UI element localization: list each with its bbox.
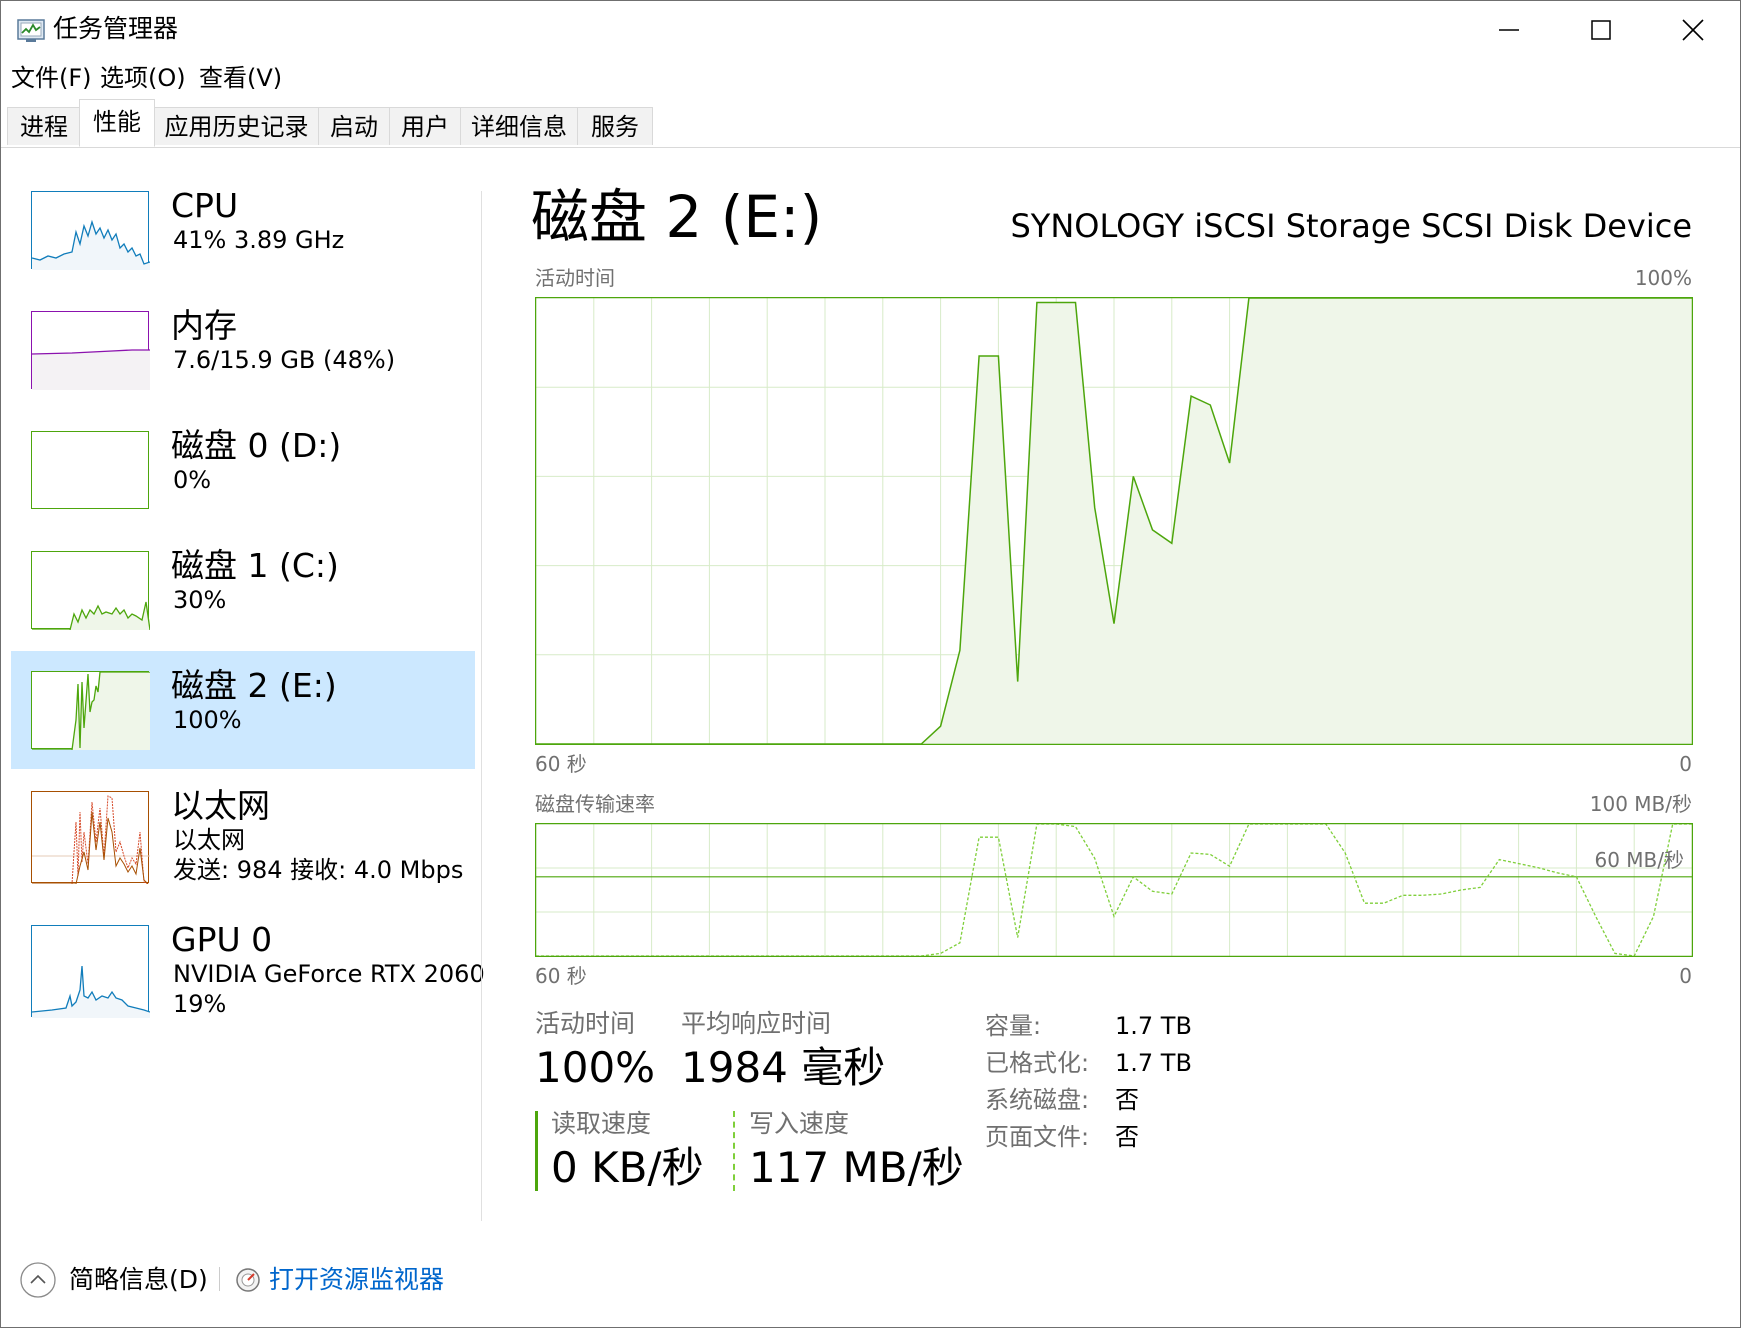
ethernet-throughput: 发送: 984 接收: 4.0 Mbps bbox=[173, 856, 464, 884]
chart2-right-axis: 0 bbox=[1679, 964, 1692, 988]
capacity-label: 容量: bbox=[985, 1012, 1042, 1040]
disk0-usage: 0% bbox=[173, 466, 212, 494]
tab-users[interactable]: 用户 bbox=[389, 107, 461, 145]
sidebar-item-gpu[interactable]: GPU 0 NVIDIA GeForce RTX 2060 19% bbox=[11, 913, 485, 1031]
chevron-up-circle-icon bbox=[20, 1262, 56, 1298]
chart1-right-axis: 0 bbox=[1679, 752, 1692, 776]
tab-processes[interactable]: 进程 bbox=[7, 107, 81, 145]
cpu-thumbnail bbox=[31, 191, 150, 270]
sidebar-item-disk1[interactable]: 磁盘 1 (C:) 30% bbox=[11, 539, 475, 657]
ethernet-thumbnail bbox=[31, 791, 150, 884]
page-file-value: 否 bbox=[1115, 1123, 1139, 1151]
system-disk-value: 否 bbox=[1115, 1086, 1139, 1114]
open-resource-monitor-link[interactable]: 打开资源监视器 bbox=[269, 1263, 444, 1297]
chart1-max: 100% bbox=[1634, 266, 1692, 290]
minimize-button[interactable] bbox=[1463, 1, 1555, 59]
disk2-thumbnail bbox=[31, 671, 150, 750]
cpu-title: CPU bbox=[171, 186, 239, 225]
task-manager-window: 任务管理器 文件(F) 选项(O) 查看(V) 进程 性能 应用历史记录 启动 … bbox=[0, 0, 1741, 1328]
disk1-title: 磁盘 1 (C:) bbox=[171, 546, 339, 585]
cpu-sparkline bbox=[32, 219, 150, 270]
maximize-button[interactable] bbox=[1555, 1, 1647, 59]
task-manager-app-icon bbox=[17, 19, 45, 42]
disk1-usage: 30% bbox=[173, 586, 227, 614]
close-button[interactable] bbox=[1647, 1, 1739, 59]
gpu-thumbnail bbox=[31, 925, 150, 1018]
chart1-left-axis: 60 秒 bbox=[535, 752, 587, 776]
sidebar-item-disk0[interactable]: 磁盘 0 (D:) 0% bbox=[11, 419, 475, 537]
read-speed-legend-bar bbox=[535, 1111, 538, 1191]
footer-divider bbox=[219, 1267, 220, 1291]
gpu-sparkline bbox=[32, 965, 150, 1018]
disk1-thumbnail bbox=[31, 551, 150, 630]
ethernet-title: 以太网 bbox=[171, 786, 270, 825]
chart2-left-axis: 60 秒 bbox=[535, 964, 587, 988]
window-title: 任务管理器 bbox=[53, 14, 179, 43]
memory-thumbnail bbox=[31, 311, 150, 390]
tab-performance[interactable]: 性能 bbox=[79, 99, 155, 147]
sidebar-item-cpu[interactable]: CPU 41% 3.89 GHz bbox=[11, 179, 475, 297]
gpu-title: GPU 0 bbox=[171, 920, 273, 959]
write-speed-legend-bar bbox=[733, 1111, 735, 1191]
resource-monitor-icon bbox=[236, 1268, 260, 1292]
tab-services[interactable]: 服务 bbox=[577, 107, 653, 145]
write-speed-label: 写入速度 bbox=[749, 1109, 850, 1138]
gpu-usage: 19% bbox=[173, 990, 227, 1018]
formatted-label: 已格式化: bbox=[985, 1049, 1090, 1077]
response-time-label: 平均响应时间 bbox=[681, 1009, 832, 1038]
summary-link[interactable]: 简略信息(D) bbox=[69, 1263, 208, 1297]
chart2-label: 磁盘传输速率 bbox=[535, 792, 655, 816]
page-file-label: 页面文件: bbox=[985, 1123, 1090, 1151]
sidebar-item-ethernet[interactable]: 以太网 以太网 发送: 984 接收: 4.0 Mbps bbox=[11, 779, 475, 897]
cpu-usage: 41% 3.89 GHz bbox=[173, 226, 345, 254]
disk2-usage: 100% bbox=[173, 706, 242, 734]
summary-toggle-button[interactable] bbox=[19, 1261, 57, 1299]
tab-details[interactable]: 详细信息 bbox=[460, 107, 578, 145]
formatted-value: 1.7 TB bbox=[1115, 1049, 1192, 1077]
device-name: SYNOLOGY iSCSI Storage SCSI Disk Device bbox=[1010, 207, 1692, 245]
disk0-thumbnail bbox=[31, 431, 149, 509]
title-bar[interactable]: 任务管理器 bbox=[1, 1, 1740, 59]
sidebar-item-memory[interactable]: 内存 7.6/15.9 GB (48%) bbox=[11, 299, 475, 417]
chart1-label: 活动时间 bbox=[535, 266, 615, 290]
disk2-sparkline bbox=[32, 672, 150, 750]
active-time-label: 活动时间 bbox=[535, 1009, 636, 1038]
sidebar-item-disk2[interactable]: 磁盘 2 (E:) 100% bbox=[11, 651, 475, 769]
menu-file[interactable]: 文件(F) bbox=[11, 61, 92, 95]
tab-startup[interactable]: 启动 bbox=[318, 107, 390, 145]
disk2-title: 磁盘 2 (E:) bbox=[171, 666, 337, 705]
memory-sparkline bbox=[32, 349, 150, 390]
active-time-value: 100% bbox=[535, 1043, 656, 1092]
system-disk-label: 系统磁盘: bbox=[985, 1086, 1090, 1114]
menu-view[interactable]: 查看(V) bbox=[199, 61, 282, 95]
tab-app-history[interactable]: 应用历史记录 bbox=[154, 107, 319, 145]
maximize-icon bbox=[1591, 20, 1611, 40]
disk1-sparkline bbox=[32, 601, 150, 630]
memory-usage: 7.6/15.9 GB (48%) bbox=[173, 346, 396, 374]
active-time-chart bbox=[535, 297, 1693, 745]
write-speed-value: 117 MB/秒 bbox=[749, 1143, 964, 1192]
ethernet-sparkline bbox=[32, 795, 150, 884]
menu-options[interactable]: 选项(O) bbox=[100, 61, 186, 95]
capacity-value: 1.7 TB bbox=[1115, 1012, 1192, 1040]
read-speed-label: 读取速度 bbox=[551, 1109, 652, 1138]
disk-title: 磁盘 2 (E:) bbox=[531, 183, 823, 251]
ethernet-name: 以太网 bbox=[173, 826, 245, 854]
sidebar-divider bbox=[481, 191, 482, 1221]
disk0-title: 磁盘 0 (D:) bbox=[171, 426, 342, 465]
gpu-model: NVIDIA GeForce RTX 2060 bbox=[173, 960, 485, 988]
memory-title: 内存 bbox=[171, 306, 237, 345]
tab-strip: 进程 性能 应用历史记录 启动 用户 详细信息 服务 bbox=[1, 97, 1740, 148]
close-icon bbox=[1682, 19, 1704, 41]
chart2-max: 100 MB/秒 bbox=[1589, 792, 1692, 816]
read-speed-value: 0 KB/秒 bbox=[551, 1143, 704, 1192]
response-time-value: 1984 毫秒 bbox=[681, 1043, 886, 1092]
minimize-icon bbox=[1499, 29, 1519, 31]
transfer-rate-chart bbox=[535, 823, 1693, 957]
chart2-mid: 60 MB/秒 bbox=[1594, 848, 1684, 872]
